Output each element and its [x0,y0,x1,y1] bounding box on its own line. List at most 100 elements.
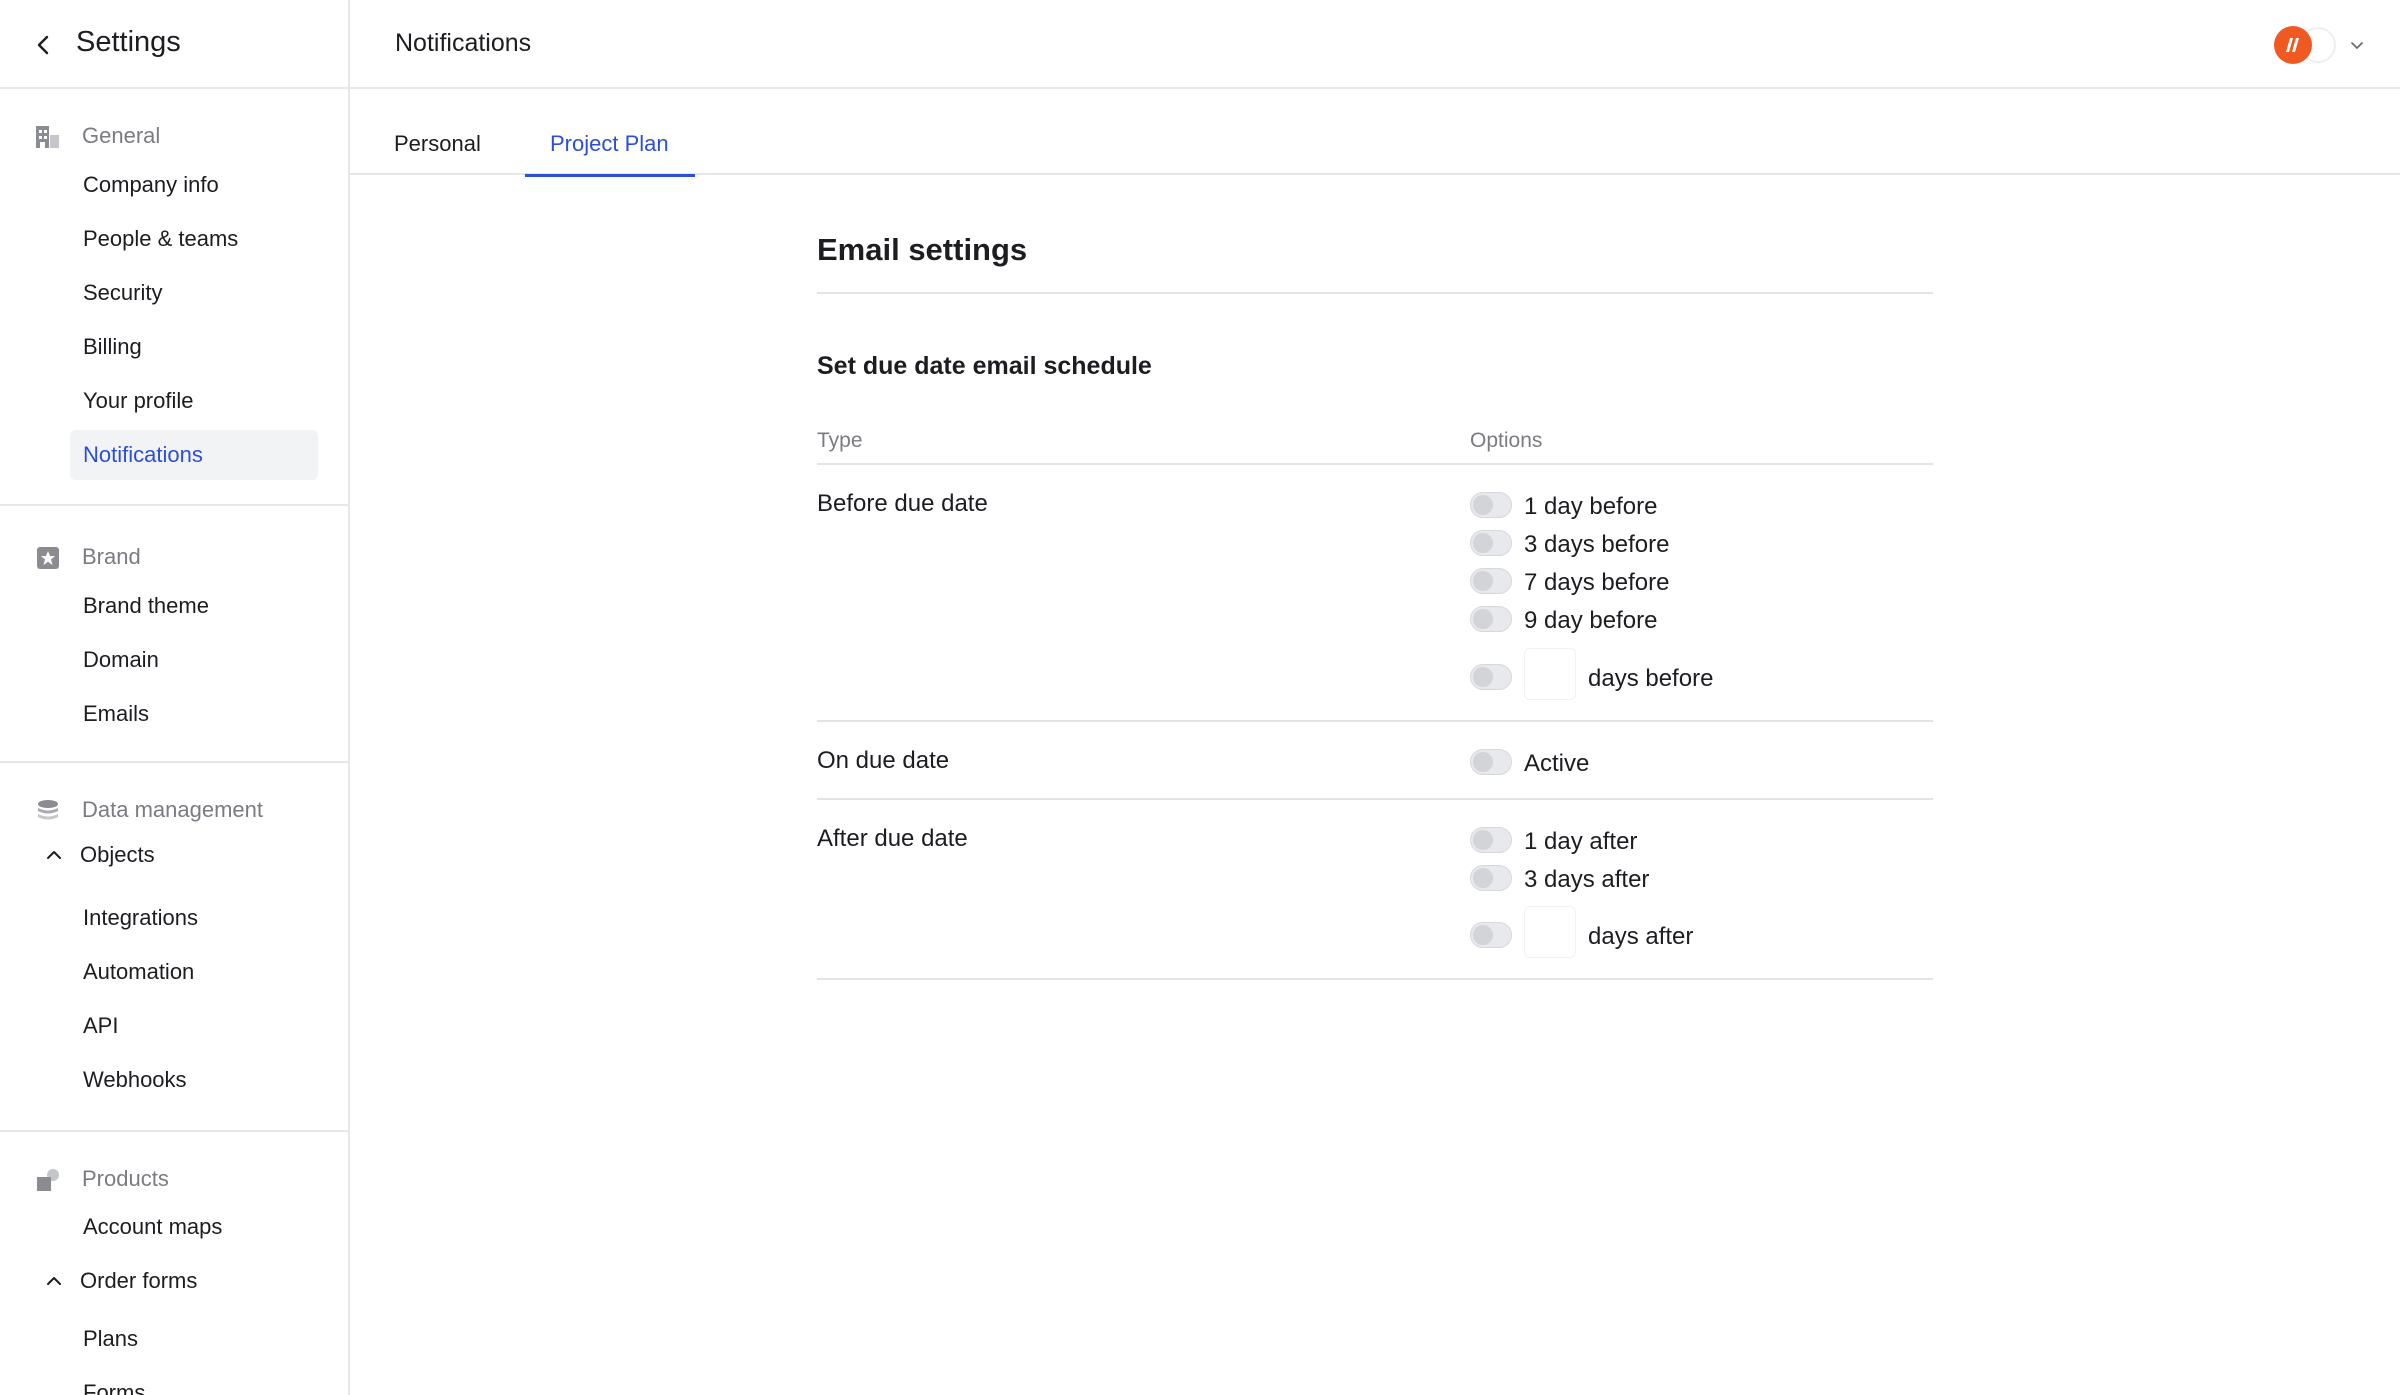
sidebar-item-api[interactable]: API [70,1001,318,1051]
sidebar-item-automation[interactable]: Automation [70,947,318,997]
toggle-switch[interactable] [1470,922,1512,948]
sidebar-item-label: Brand theme [83,593,209,618]
section-label-data-management: Data management [82,797,263,822]
section-header-products: Products [0,1158,348,1198]
tab-label: Project Plan [550,131,669,156]
sidebar-item-label: Security [83,280,163,305]
toggle-switch[interactable] [1470,606,1512,632]
option-label: days before [1588,665,1714,692]
sidebar-item-label: Domain [83,647,159,672]
divider [817,978,1933,980]
sidebar-item-security[interactable]: Security [70,268,318,318]
toggle-switch[interactable] [1470,749,1512,775]
chevron-down-icon [2351,42,2363,49]
column-header-options: Options [1470,429,1543,452]
sidebar-item-plans[interactable]: Plans [70,1314,318,1364]
sidebar-item-webhooks[interactable]: Webhooks [70,1055,318,1105]
divider [817,292,1933,294]
sidebar-item-forms[interactable]: Forms [70,1368,318,1395]
option-label: 3 days after [1524,866,1650,893]
option-label: 7 days before [1524,569,1670,596]
company-logo-icon [2286,38,2299,52]
chevron-up-icon [47,1277,61,1285]
days-before-input[interactable] [1524,648,1576,700]
sidebar-item-label: Automation [83,959,195,984]
divider [817,463,1933,465]
toggle-switch[interactable] [1470,568,1512,594]
tab-project-plan[interactable]: Project Plan [525,89,695,177]
tab-personal[interactable]: Personal [374,89,502,175]
section-label-general: General [82,123,161,148]
sidebar-item-label: Integrations [83,905,198,930]
sidebar-item-your-profile[interactable]: Your profile [70,376,318,426]
divider [817,720,1933,722]
option-label: 1 day after [1524,828,1638,855]
toggle-switch[interactable] [1470,865,1512,891]
option-label: 1 day before [1524,493,1658,520]
section-data-management: Data management Objects Integrations Aut… [0,763,348,1132]
option-label: 3 days before [1524,531,1670,558]
page-title: Notifications [395,29,532,57]
sidebar-item-account-maps[interactable]: Account maps [70,1202,318,1252]
sidebar-item-company-info[interactable]: Company info [70,160,318,210]
section-header-brand: Brand [0,536,348,576]
divider [817,798,1933,800]
products-icon [37,1169,59,1191]
sidebar-item-notifications[interactable]: Notifications [70,430,318,480]
sidebar-item-people-teams[interactable]: People & teams [70,214,318,264]
settings-app: Settings General Company info People & t… [0,0,2400,1395]
section-label-products: Products [82,1166,169,1191]
sidebar-group-order-forms[interactable]: Order forms [36,1259,318,1303]
section-label-brand: Brand [82,544,141,569]
toggle-switch[interactable] [1470,664,1512,690]
row-label: After due date [817,825,968,852]
sidebar-header: Settings [0,0,348,89]
section-brand: Brand Brand theme Domain Emails [0,506,348,763]
sidebar-item-label: Account maps [83,1214,223,1239]
section-header-general: General [0,115,348,155]
main-panel: Notifications Personal Project Plan Emai… [350,0,2400,1395]
toggle-switch[interactable] [1470,827,1512,853]
toggle-switch[interactable] [1470,530,1512,556]
sidebar-item-integrations[interactable]: Integrations [70,893,318,943]
tab-label: Personal [394,131,481,156]
sidebar-title: Settings [76,26,181,58]
section-subtitle: Set due date email schedule [817,352,1152,380]
back-button[interactable] [26,27,62,63]
column-header-type: Type [817,429,863,452]
sidebar-group-objects[interactable]: Objects [36,833,318,877]
sidebar-item-brand-theme[interactable]: Brand theme [70,581,318,631]
section-products: Products Account maps Order forms Plans … [0,1132,348,1395]
option-label: 9 day before [1524,607,1658,634]
sidebar: Settings General Company info People & t… [0,0,350,1395]
sidebar-item-label: Billing [83,334,142,359]
days-after-input[interactable] [1524,906,1576,958]
top-bar: Notifications [350,0,2400,89]
sidebar-item-label: Your profile [83,388,194,413]
sidebar-item-label: People & teams [83,226,239,251]
sidebar-item-billing[interactable]: Billing [70,322,318,372]
row-label: Before due date [817,490,988,517]
section-header-data-management: Data management [0,789,348,829]
option-label: Active [1524,750,1590,777]
account-menu[interactable] [2274,26,2374,66]
database-icon [38,800,58,820]
chevron-up-icon [47,851,61,859]
toggle-switch[interactable] [1470,492,1512,518]
section-title: Email settings [817,232,1028,267]
section-general: General Company info People & teams Secu… [0,89,348,506]
sidebar-item-label: Notifications [83,442,203,467]
sidebar-group-label: Objects [80,842,155,867]
sidebar-item-emails[interactable]: Emails [70,689,318,739]
avatar [2274,26,2312,64]
tab-bar: Personal Project Plan [350,89,2400,177]
row-label: On due date [817,747,950,774]
sidebar-item-label: Forms [83,1380,146,1395]
building-icon [36,126,59,148]
sidebar-item-label: Emails [83,701,150,726]
sidebar-item-label: API [83,1013,119,1038]
sidebar-item-label: Plans [83,1326,139,1351]
sidebar-item-domain[interactable]: Domain [70,635,318,685]
sidebar-item-label: Company info [83,172,219,197]
sidebar-item-label: Webhooks [83,1067,187,1092]
